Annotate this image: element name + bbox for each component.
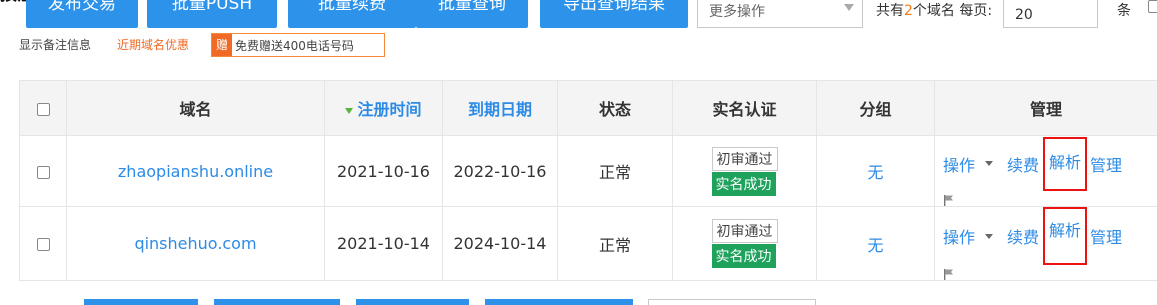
row-check-cell (19, 135, 67, 207)
manage-actions: 操作 续费 解析 管理 (935, 207, 1157, 265)
review-badge: 初审通过 (711, 219, 778, 243)
operate-dropdown[interactable]: 操作 (943, 224, 975, 248)
exp-date-cell: 2022-10-16 (442, 135, 558, 207)
table-header-row: 域名 注册时间 到期日期 状态 实名认证 分组 管理 (19, 80, 1157, 136)
status-cell: 正常 (557, 135, 673, 207)
bottom-select[interactable] (648, 299, 816, 305)
publish-trade-button[interactable]: 发布交易 (26, 0, 138, 28)
page-size-input[interactable]: 20 (1003, 0, 1098, 28)
caret-down-icon (985, 233, 994, 239)
gift-badge-icon: 赠 (212, 34, 232, 56)
exp-date-cell: 2024-10-14 (442, 206, 558, 281)
page-size-unit: 条 (1117, 3, 1131, 19)
group-cell: 无 (816, 206, 935, 281)
total-prefix: 共有 (876, 3, 904, 19)
flag-icon[interactable] (943, 268, 955, 280)
select-all-cell (19, 80, 67, 136)
reg-date-cell: 2021-10-16 (324, 135, 443, 207)
renew-link[interactable]: 续费 (1007, 224, 1039, 248)
select-all-checkbox[interactable] (36, 102, 50, 116)
domain-link[interactable]: qinshehuo.com (134, 234, 256, 253)
realname-badge: 实名成功 (711, 171, 776, 196)
total-suffix: 个域名 每页: (912, 3, 993, 19)
batch-query-button[interactable]: 批量查询 (416, 0, 528, 28)
caret-down-icon (844, 4, 854, 11)
realname-tags: 初审通过 实名成功 (711, 146, 778, 196)
sort-down-icon (345, 107, 354, 114)
col-reg-date[interactable]: 注册时间 (324, 80, 443, 136)
col-manage: 管理 (934, 80, 1157, 136)
total-count: 2 (904, 3, 913, 19)
promo-text: 免费赠送400电话号码 (235, 38, 354, 53)
col-realname: 实名认证 (672, 80, 817, 136)
dns-resolve-link[interactable]: 解析 (1043, 207, 1088, 265)
recent-offer-link[interactable]: 近期域名优惠 (117, 37, 189, 53)
promo-banner[interactable]: 赠 免费赠送400电话号码 (211, 33, 385, 57)
batch-push-button[interactable]: 批量PUSH (147, 0, 277, 28)
flag-icon[interactable] (943, 194, 955, 206)
group-link[interactable]: 无 (867, 163, 883, 182)
manage-actions: 操作 续费 解析 管理 (935, 136, 1157, 191)
bottom-button-3[interactable] (356, 299, 469, 305)
manage-link[interactable]: 管理 (1090, 152, 1122, 176)
col-exp-date[interactable]: 到期日期 (442, 80, 558, 136)
caret-down-icon (985, 161, 994, 166)
col-reg-date-label: 注册时间 (357, 100, 422, 119)
toolbar-checkbox[interactable] (1148, 0, 1157, 13)
renew-link[interactable]: 续费 (1007, 152, 1039, 176)
domain-cell: zhaopianshu.online (66, 135, 325, 207)
col-group: 分组 (816, 80, 935, 136)
bottom-button-2[interactable] (214, 299, 340, 305)
group-link[interactable]: 无 (867, 236, 883, 255)
domain-link[interactable]: zhaopianshu.online (118, 162, 273, 181)
row-checkbox[interactable] (36, 238, 50, 251)
table-row: zhaopianshu.online 2021-10-16 2022-10-16… (19, 135, 1157, 207)
domain-cell: qinshehuo.com (66, 206, 325, 281)
more-actions-label: 更多操作 (709, 4, 765, 20)
manage-cell: 操作 续费 解析 管理 (934, 206, 1157, 281)
status-cell: 正常 (557, 206, 673, 281)
group-cell: 无 (816, 135, 935, 207)
export-results-button[interactable]: 导出查询结果 (540, 0, 688, 28)
bottom-button-1[interactable] (84, 299, 198, 305)
operate-dropdown[interactable]: 操作 (943, 152, 975, 176)
row-check-cell (19, 206, 67, 281)
col-status: 状态 (557, 80, 673, 136)
col-domain: 域名 (66, 80, 325, 136)
bottom-button-4[interactable] (485, 299, 633, 305)
reg-date-cell: 2021-10-14 (324, 206, 443, 281)
table-row: qinshehuo.com 2021-10-14 2024-10-14 正常 初… (19, 206, 1157, 281)
dns-resolve-link[interactable]: 解析 (1043, 136, 1088, 191)
toolbar: 按注 发布交易 批量PUSH 批量续费 批量查询 导出查询结果 更多操作 共有2… (0, 0, 1157, 28)
review-badge: 初审通过 (711, 146, 778, 171)
row-checkbox[interactable] (36, 165, 50, 179)
show-remark-toggle[interactable]: 显示备注信息 (19, 37, 91, 53)
more-actions-select[interactable]: 更多操作 (697, 0, 863, 28)
manage-cell: 操作 续费 解析 管理 (934, 135, 1157, 207)
realname-cell: 初审通过 实名成功 (672, 206, 817, 281)
realname-badge: 实名成功 (711, 244, 776, 268)
domain-table: 域名 注册时间 到期日期 状态 实名认证 分组 管理 zhaopianshu.o… (19, 80, 1157, 281)
domain-total: 共有2个域名 每页: (876, 0, 992, 20)
realname-tags: 初审通过 实名成功 (711, 219, 778, 268)
batch-renew-button[interactable]: 批量续费 (288, 0, 416, 28)
realname-cell: 初审通过 实名成功 (672, 135, 817, 207)
manage-link[interactable]: 管理 (1090, 224, 1122, 248)
